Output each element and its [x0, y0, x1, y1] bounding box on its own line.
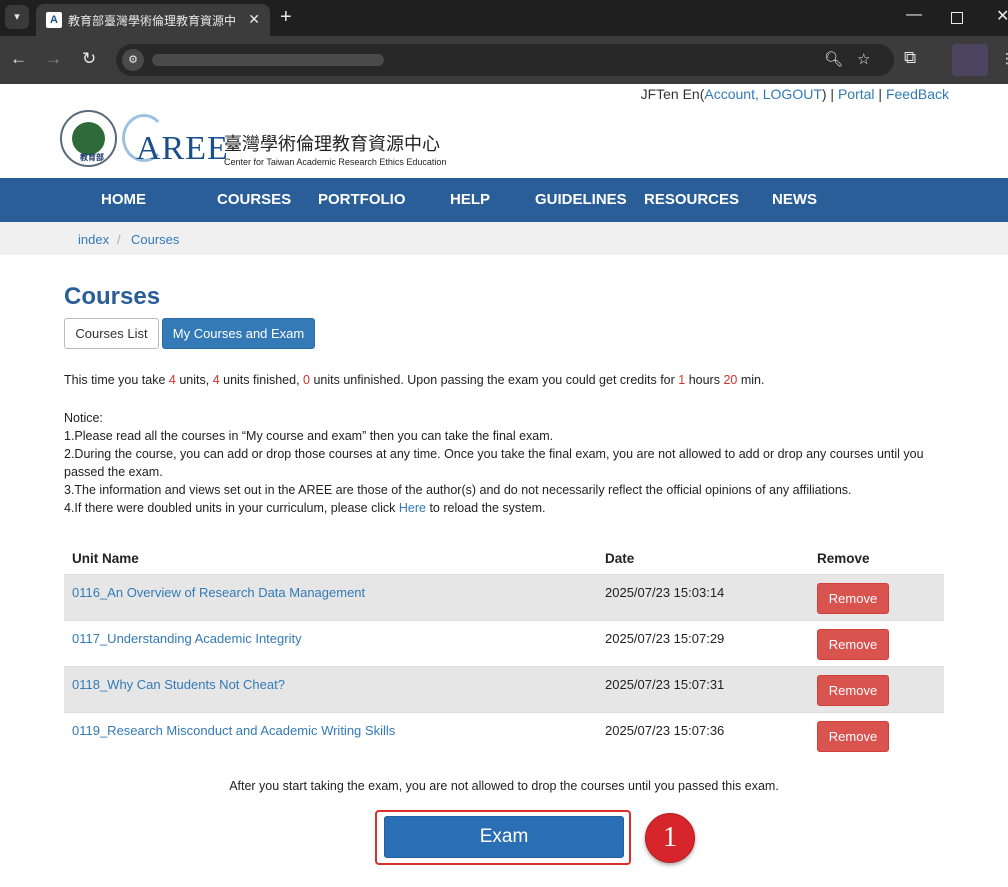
unit-date: 2025/07/23 15:03:14 [605, 585, 725, 600]
center-chinese-name: 臺灣學術倫理教育資源中心 [224, 134, 440, 155]
step-number-badge: 1 [645, 813, 695, 863]
remove-button[interactable]: Remove [817, 583, 889, 614]
remove-button[interactable]: Remove [817, 675, 889, 706]
units-unfinished-count: 0 [303, 373, 310, 387]
user-bar-separator: | [874, 86, 886, 102]
table-row: 0117_Understanding Academic Integrity 20… [64, 620, 944, 666]
unit-name-link[interactable]: 0118_Why Can Students Not Cheat? [72, 677, 285, 692]
url-text-redacted [152, 54, 384, 66]
breadcrumb-separator: / [117, 232, 121, 247]
breadcrumb-courses[interactable]: Courses [131, 232, 179, 247]
nav-courses[interactable]: COURSES [217, 191, 291, 208]
user-bar: JFTen En(Account, LOGOUT) | Portal | Fee… [641, 86, 949, 102]
unit-name-link[interactable]: 0116_An Overview of Research Data Manage… [72, 585, 365, 600]
column-header-remove: Remove [817, 551, 870, 566]
tab-close-icon[interactable]: ✕ [248, 11, 260, 28]
extensions-icon[interactable]: ⧉ [904, 48, 916, 68]
site-logo[interactable]: 教育部 AREE 臺灣學術倫理教育資源中心 Center for Taiwan … [60, 110, 450, 172]
reload-here-link[interactable]: Here [399, 501, 426, 515]
ministry-of-education-seal: 教育部 [60, 110, 117, 167]
summary-text: min. [737, 373, 765, 387]
tab-search-icon[interactable]: ▾ [5, 5, 29, 29]
address-bar[interactable]: ⚙ 🔍︎ ☆ [116, 44, 894, 76]
column-header-unit-name: Unit Name [72, 551, 139, 566]
portal-link[interactable]: Portal [838, 86, 875, 102]
notice-line-1: 1.Please read all the courses in “My cou… [64, 429, 554, 443]
user-bar-separator: ) | [821, 86, 838, 102]
column-header-date: Date [605, 551, 635, 566]
notice-heading: Notice: [64, 411, 103, 425]
main-navigation: HOME COURSES PORTFOLIO HELP GUIDELINES R… [0, 178, 1008, 222]
aree-wordmark: AREE [136, 130, 229, 167]
notice-line-2: 2.During the course, you can add or drop… [64, 447, 924, 479]
nav-guidelines[interactable]: GUIDELINES [535, 191, 627, 208]
summary-text: hours [685, 373, 724, 387]
zoom-icon[interactable]: 🔍︎ [824, 50, 843, 68]
table-row: 0119_Research Misconduct and Academic Wr… [64, 712, 944, 758]
units-finished-count: 4 [212, 373, 220, 387]
unit-name-link[interactable]: 0119_Research Misconduct and Academic Wr… [72, 723, 395, 738]
page-title: Courses [64, 283, 161, 310]
site-favicon-icon: A [46, 12, 62, 28]
remove-button[interactable]: Remove [817, 629, 889, 660]
nav-portfolio[interactable]: PORTFOLIO [318, 191, 406, 208]
table-row: 0118_Why Can Students Not Cheat? 2025/07… [64, 666, 944, 712]
browser-toolbar: ← → ↻ ⚙ 🔍︎ ☆ ⧉ ⋮ [0, 36, 1008, 84]
tab-courses-list[interactable]: Courses List [64, 318, 159, 349]
tab-my-courses-and-exam[interactable]: My Courses and Exam [162, 318, 315, 349]
unit-name-link[interactable]: 0117_Understanding Academic Integrity [72, 631, 302, 646]
breadcrumb-index[interactable]: index [78, 232, 109, 247]
remove-button[interactable]: Remove [817, 721, 889, 752]
site-info-icon[interactable]: ⚙ [122, 49, 144, 71]
summary-text: units finished, [219, 373, 304, 387]
logout-link[interactable]: LOGOUT [763, 86, 822, 102]
maximize-icon[interactable] [951, 12, 963, 24]
notice-line-3: 3.The information and views set out in t… [64, 483, 852, 497]
summary-text: units unfinished. Upon passing the exam … [309, 373, 679, 387]
credit-summary: This time you take 4 units, 4 units fini… [64, 373, 764, 387]
nav-help[interactable]: HELP [450, 191, 490, 208]
summary-text: This time you take [64, 373, 169, 387]
forward-icon[interactable]: → [45, 49, 62, 69]
seal-emblem-icon [72, 122, 105, 155]
browser-menu-icon[interactable]: ⋮ [1000, 50, 1008, 67]
credit-minutes: 20 [723, 373, 738, 387]
notice-line-4-text: to reload the system. [425, 501, 546, 515]
exam-warning-note: After you start taking the exam, you are… [229, 779, 779, 793]
nav-news[interactable]: NEWS [772, 191, 817, 208]
notice-line-4: 4.If there were doubled units in your cu… [64, 499, 944, 517]
feedback-link[interactable]: FeedBack [886, 86, 949, 102]
back-icon[interactable]: ← [10, 49, 27, 69]
new-tab-icon[interactable]: + [280, 6, 292, 29]
unit-date: 2025/07/23 15:07:31 [605, 677, 725, 692]
unit-date: 2025/07/23 15:07:29 [605, 631, 725, 646]
browser-tab[interactable]: A 教育部臺灣學術倫理教育資源中心 ✕ [36, 4, 270, 36]
nav-home[interactable]: HOME [101, 191, 146, 208]
reload-icon[interactable]: ↻ [82, 49, 96, 69]
profile-avatar[interactable] [952, 44, 988, 76]
table-row: 0116_An Overview of Research Data Manage… [64, 574, 944, 620]
account-link[interactable]: Account, [704, 86, 758, 102]
notice-block: Notice: 1.Please read all the courses in… [64, 409, 944, 517]
minimize-icon[interactable]: — [906, 6, 922, 24]
tab-title: 教育部臺灣學術倫理教育資源中心 [68, 14, 236, 28]
units-taken-count: 4 [168, 373, 176, 387]
summary-text: units, [175, 373, 213, 387]
notice-line-4-text: 4.If there were doubled units in your cu… [64, 501, 399, 515]
nav-resources[interactable]: RESOURCES [644, 191, 739, 208]
unit-date: 2025/07/23 15:07:36 [605, 723, 725, 738]
user-name: JFTen En( [640, 86, 705, 102]
bookmark-star-icon[interactable]: ☆ [857, 50, 870, 68]
browser-tab-strip: ▾ A 教育部臺灣學術倫理教育資源中心 ✕ + — ✕ [0, 0, 1008, 36]
breadcrumb: index / Courses [0, 222, 1008, 255]
center-english-name: Center for Taiwan Academic Research Ethi… [224, 157, 447, 167]
window-close-icon[interactable]: ✕ [996, 6, 1008, 26]
exam-button[interactable]: Exam [384, 816, 624, 858]
seal-text: 教育部 [80, 153, 104, 162]
